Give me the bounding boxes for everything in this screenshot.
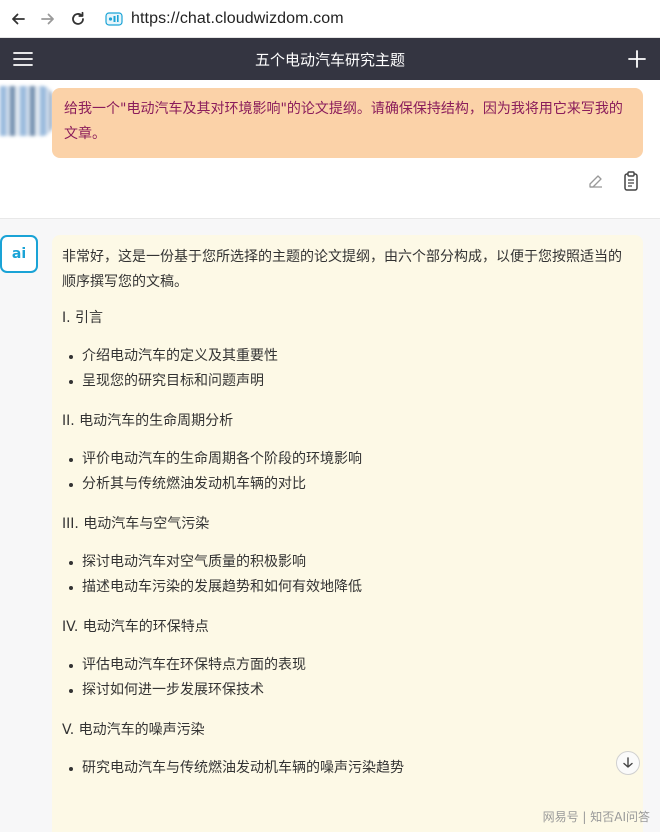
assistant-intro-text: 非常好，这是一份基于您所选择的主题的论文提纲，由六个部分构成，以便于您按照适当的… bbox=[62, 249, 622, 290]
url-text: https://chat.cloudwizdom.com bbox=[131, 9, 344, 27]
outline-bullet: 评估电动汽车在环保特点方面的表现 bbox=[62, 653, 633, 678]
outline-bullet: 研究电动汽车与传统燃油发动机车辆的噪声污染趋势 bbox=[62, 756, 633, 781]
user-message-row: 给我一个"电动汽车及其对环境影响"的论文提纲。请确保保持结构，因为我将用它来写我… bbox=[0, 80, 660, 220]
copy-message-button[interactable] bbox=[620, 170, 642, 192]
outline-bullet: 探讨电动汽车对空气质量的积极影响 bbox=[62, 550, 633, 575]
outline-bullet: 介绍电动汽车的定义及其重要性 bbox=[62, 344, 633, 369]
user-avatar bbox=[0, 86, 52, 136]
scroll-to-bottom-button[interactable] bbox=[616, 751, 640, 775]
assistant-message-row: ai 非常好，这是一份基于您所选择的主题的论文提纲，由六个部分构成，以便于您按照… bbox=[0, 219, 660, 832]
watermark-text: 网易号 | 知否AI问答 bbox=[542, 810, 650, 824]
address-bar[interactable]: https://chat.cloudwizdom.com bbox=[105, 10, 344, 28]
edit-icon bbox=[589, 175, 602, 188]
reload-button[interactable] bbox=[63, 4, 93, 34]
edit-message-button[interactable] bbox=[587, 172, 605, 190]
new-chat-button[interactable] bbox=[626, 48, 648, 70]
user-message-bubble: 给我一个"电动汽车及其对环境影响"的论文提纲。请确保保持结构，因为我将用它来写我… bbox=[52, 88, 643, 158]
back-button[interactable] bbox=[3, 4, 33, 34]
outline-section-list: 探讨电动汽车对空气质量的积极影响 描述电动车污染的发展趋势和如何有效地降低 bbox=[62, 550, 633, 600]
outline-section-list: 评估电动汽车在环保特点方面的表现 探讨如何进一步发展环保技术 bbox=[62, 653, 633, 703]
outline-section-list: 介绍电动汽车的定义及其重要性 呈现您的研究目标和问题声明 bbox=[62, 344, 633, 394]
outline-bullet: 描述电动车污染的发展趋势和如何有效地降低 bbox=[62, 575, 633, 600]
outline-section-list: 研究电动汽车与传统燃油发动机车辆的噪声污染趋势 bbox=[62, 756, 633, 781]
chat-header: 五个电动汽车研究主题 bbox=[0, 38, 660, 80]
browser-toolbar: https://chat.cloudwizdom.com bbox=[0, 0, 660, 38]
forward-button[interactable] bbox=[33, 4, 63, 34]
outline-bullet: 分析其与传统燃油发动机车辆的对比 bbox=[62, 472, 633, 497]
arrow-left-icon bbox=[12, 13, 25, 24]
outline-section-title: II. 电动汽车的生命周期分析 bbox=[62, 413, 234, 429]
outline-section-title: III. 电动汽车与空气污染 bbox=[62, 516, 210, 532]
arrow-right-icon bbox=[41, 13, 54, 24]
outline-bullet: 呈现您的研究目标和问题声明 bbox=[62, 369, 633, 394]
outline-section-title: IV. 电动汽车的环保特点 bbox=[62, 619, 209, 635]
outline-bullet: 探讨如何进一步发展环保技术 bbox=[62, 678, 633, 703]
assistant-message-bubble: 非常好，这是一份基于您所选择的主题的论文提纲，由六个部分构成，以便于您按照适当的… bbox=[52, 235, 643, 832]
outline-section-title: V. 电动汽车的噪声污染 bbox=[62, 722, 205, 738]
user-message-text: 给我一个"电动汽车及其对环境影响"的论文提纲。请确保保持结构，因为我将用它来写我… bbox=[64, 101, 623, 142]
assistant-avatar: ai bbox=[0, 235, 38, 273]
outline-section-title: I. 引言 bbox=[62, 310, 104, 326]
chat-title: 五个电动汽车研究主题 bbox=[254, 50, 405, 69]
menu-button[interactable] bbox=[12, 49, 34, 69]
arrow-down-icon bbox=[623, 757, 633, 768]
outline-bullet: 评价电动汽车的生命周期各个阶段的环境影响 bbox=[62, 447, 633, 472]
site-favicon-icon bbox=[105, 10, 123, 28]
hamburger-menu-icon bbox=[13, 52, 33, 66]
plus-icon bbox=[628, 50, 646, 68]
reload-icon bbox=[72, 11, 84, 25]
outline-section-list: 评价电动汽车的生命周期各个阶段的环境影响 分析其与传统燃油发动机车辆的对比 bbox=[62, 447, 633, 497]
assistant-avatar-text: ai bbox=[11, 246, 27, 262]
clipboard-icon bbox=[624, 171, 638, 191]
